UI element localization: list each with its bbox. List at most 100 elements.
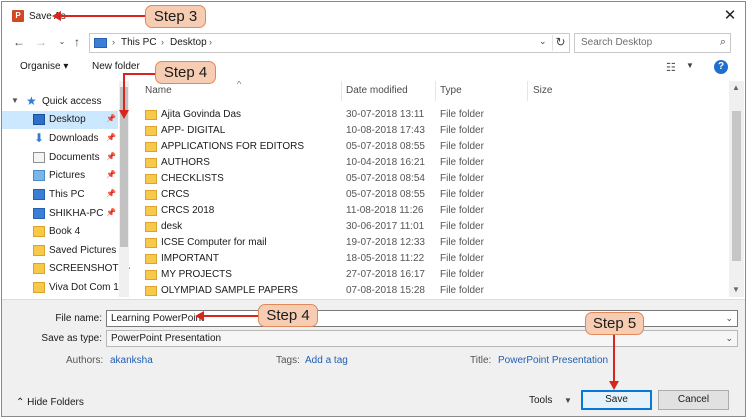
sidebar-item-book-4[interactable]: Book 4 <box>2 223 118 241</box>
save-as-dialog: P Save As ✕ ← → ⌄ ↑ › This PC › Desktop … <box>1 1 746 417</box>
computer-icon <box>33 208 45 219</box>
authors-value[interactable]: akanksha <box>110 355 153 366</box>
save-as-type-select[interactable]: PowerPoint Presentation ⌄ <box>106 330 738 347</box>
file-name: OLYMPIAD SAMPLE PAPERS <box>161 285 298 296</box>
arrow-right-icon[interactable]: → <box>33 34 49 50</box>
table-row[interactable]: OLYMPIAD SAMPLE PAPERS 07-08-2018 15:28 … <box>131 283 727 297</box>
column-header-date[interactable]: Date modified <box>346 85 408 96</box>
organise-button[interactable]: Organise ▾ <box>20 61 68 72</box>
documents-icon <box>33 152 45 163</box>
search-placeholder: Search Desktop <box>581 37 653 48</box>
table-row[interactable]: APP- DIGITAL 10-08-2018 17:43 File folde… <box>131 123 727 139</box>
column-divider[interactable] <box>435 81 436 101</box>
folder-icon <box>145 222 157 232</box>
sidebar-item-label: SCREENSHOTS - <box>49 263 130 274</box>
view-options-icon[interactable]: ☷ <box>666 61 676 74</box>
folder-icon <box>145 174 157 184</box>
file-name: CRCS <box>161 189 190 200</box>
file-list-scrollbar[interactable]: ▲ ▼ <box>729 81 744 297</box>
annotation-arrowhead <box>119 110 129 119</box>
table-row[interactable]: ICSE Computer for mail 19-07-2018 12:33 … <box>131 235 727 251</box>
tools-button[interactable]: Tools <box>529 395 552 406</box>
table-row[interactable]: MY PROJECTS 27-07-2018 16:17 File folder <box>131 267 727 283</box>
chevron-right-icon[interactable]: › <box>209 37 212 47</box>
help-icon[interactable]: ? <box>714 60 728 74</box>
column-divider[interactable] <box>341 81 342 101</box>
close-icon[interactable]: ✕ <box>721 7 739 25</box>
column-header-type[interactable]: Type <box>440 85 462 96</box>
search-input[interactable]: Search Desktop ⌕ <box>574 33 731 53</box>
file-name: CHECKLISTS <box>161 173 224 184</box>
sidebar-item-documents[interactable]: Documents 📌 <box>2 149 118 167</box>
folder-icon <box>145 270 157 280</box>
file-type: File folder <box>440 237 484 248</box>
file-type: File folder <box>440 125 484 136</box>
table-row[interactable]: CHECKLISTS 05-07-2018 08:54 File folder <box>131 171 727 187</box>
annotation-arrow <box>60 15 146 17</box>
sidebar-item-desktop[interactable]: Desktop 📌 <box>2 111 118 129</box>
sidebar-item-pictures[interactable]: Pictures 📌 <box>2 167 118 185</box>
annotation-arrowhead <box>52 11 61 21</box>
chevron-down-icon[interactable]: ⌄ <box>725 313 733 324</box>
pin-icon: 📌 <box>106 208 116 217</box>
refresh-icon[interactable]: ↻ <box>552 35 568 51</box>
file-name: Ajita Govinda Das <box>161 109 242 120</box>
sidebar-item-this-pc[interactable]: This PC 📌 <box>2 186 118 204</box>
sidebar-item-quick-access[interactable]: ▼ ★ Quick access <box>2 93 118 111</box>
sidebar-item-viva-dot-com[interactable]: Viva Dot Com 1 - <box>2 279 125 297</box>
file-list: Name ^ Date modified Type Size Ajita Gov… <box>131 81 745 297</box>
file-date: 07-08-2018 15:28 <box>346 285 425 296</box>
new-folder-button[interactable]: New folder <box>92 61 140 72</box>
file-list-scroll-thumb[interactable] <box>732 111 741 261</box>
address-dropdown-icon[interactable]: ⌄ <box>539 36 547 47</box>
computer-icon <box>94 38 107 48</box>
file-name: MY PROJECTS <box>161 269 232 280</box>
folder-icon <box>145 238 157 248</box>
table-row[interactable]: CRCS 2018 11-08-2018 11:26 File folder <box>131 203 727 219</box>
breadcrumb-desktop[interactable]: Desktop <box>170 37 207 48</box>
folder-icon <box>33 282 45 293</box>
chevron-down-icon[interactable]: ▼ <box>686 61 694 70</box>
breadcrumb-this-pc[interactable]: This PC <box>121 37 157 48</box>
chevron-down-icon[interactable]: ▼ <box>564 396 572 405</box>
sidebar-item-downloads[interactable]: ⬇ Downloads 📌 <box>2 130 118 148</box>
table-row[interactable]: AUTHORS 10-04-2018 16:21 File folder <box>131 155 727 171</box>
arrow-left-icon[interactable]: ← <box>11 34 27 50</box>
table-row[interactable]: APPLICATIONS FOR EDITORS 05-07-2018 08:5… <box>131 139 727 155</box>
folder-icon <box>33 263 45 274</box>
column-header-name[interactable]: Name <box>145 85 172 96</box>
sidebar-item-screenshots[interactable]: SCREENSHOTS - <box>2 260 130 278</box>
file-date: 05-07-2018 08:55 <box>346 141 425 152</box>
save-button[interactable]: Save <box>581 390 652 410</box>
file-date: 30-06-2017 11:01 <box>346 221 425 232</box>
scroll-down-icon[interactable]: ▼ <box>732 285 740 294</box>
title-value[interactable]: PowerPoint Presentation <box>498 355 608 366</box>
chevron-down-icon[interactable]: ⌄ <box>725 333 733 344</box>
powerpoint-icon: P <box>12 10 24 22</box>
tags-label: Tags: <box>276 355 300 366</box>
file-type: File folder <box>440 173 484 184</box>
column-divider[interactable] <box>527 81 528 101</box>
scroll-up-icon[interactable]: ▲ <box>732 83 740 92</box>
annotation-arrowhead <box>609 381 619 390</box>
sidebar-item-label: Quick access <box>42 96 102 107</box>
arrow-up-icon[interactable]: ↑ <box>69 34 85 50</box>
cancel-button[interactable]: Cancel <box>658 390 729 410</box>
tags-value[interactable]: Add a tag <box>305 355 348 366</box>
pin-icon: 📌 <box>106 189 116 198</box>
step-4-callout-bottom: Step 4 <box>258 304 318 327</box>
hide-folders-button[interactable]: ⌃ Hide Folders <box>16 397 84 408</box>
annotation-arrow <box>613 335 615 383</box>
sidebar-item-shikha-pc[interactable]: SHIKHA-PC 📌 <box>2 205 118 223</box>
address-bar[interactable]: › This PC › Desktop › ⌄ ↻ <box>89 33 570 53</box>
column-header-size[interactable]: Size <box>533 85 552 96</box>
chevron-down-icon[interactable]: ⌄ <box>54 34 70 50</box>
chevron-down-icon[interactable]: ▼ <box>11 96 19 105</box>
table-row[interactable]: desk 30-06-2017 11:01 File folder <box>131 219 727 235</box>
sidebar-item-saved-pictures[interactable]: Saved Pictures <box>2 242 118 260</box>
file-type: File folder <box>440 189 484 200</box>
table-row[interactable]: IMPORTANT 18-05-2018 11:22 File folder <box>131 251 727 267</box>
table-row[interactable]: Ajita Govinda Das 30-07-2018 13:11 File … <box>131 107 727 123</box>
file-name: IMPORTANT <box>161 253 219 264</box>
table-row[interactable]: CRCS 05-07-2018 08:55 File folder <box>131 187 727 203</box>
